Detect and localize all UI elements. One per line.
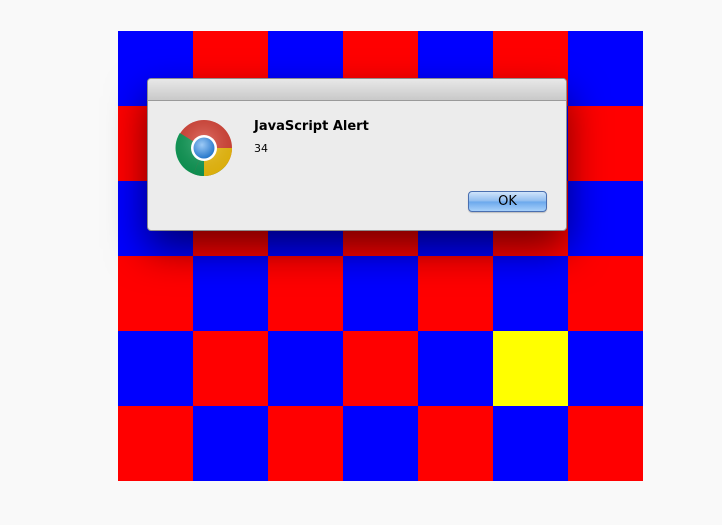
ok-button[interactable]: OK (468, 191, 547, 212)
alert-title: JavaScript Alert (254, 119, 369, 134)
board-cell-red[interactable] (268, 256, 343, 331)
board-cell-blue[interactable] (268, 331, 343, 406)
board-cell-red[interactable] (343, 331, 418, 406)
board-cell-blue[interactable] (118, 331, 193, 406)
board-cell-blue[interactable] (568, 331, 643, 406)
board-cell-blue[interactable] (193, 406, 268, 481)
board-cell-yellow[interactable] (493, 331, 568, 406)
board-cell-red[interactable] (568, 106, 643, 181)
board-cell-red[interactable] (568, 256, 643, 331)
board-cell-red[interactable] (418, 256, 493, 331)
board-cell-red[interactable] (418, 406, 493, 481)
board-cell-blue[interactable] (568, 31, 643, 106)
dialog-titlebar[interactable] (148, 79, 566, 101)
board-cell-red[interactable] (118, 406, 193, 481)
board-cell-red[interactable] (568, 406, 643, 481)
alert-message: 34 (254, 142, 268, 155)
board-cell-blue[interactable] (568, 181, 643, 256)
javascript-alert-dialog: JavaScript Alert 34 OK (147, 78, 567, 231)
board-cell-blue[interactable] (193, 256, 268, 331)
board-cell-blue[interactable] (343, 256, 418, 331)
chrome-logo-icon (175, 119, 233, 177)
board-cell-blue[interactable] (493, 256, 568, 331)
board-cell-blue[interactable] (418, 331, 493, 406)
board-cell-red[interactable] (118, 256, 193, 331)
board-cell-red[interactable] (193, 331, 268, 406)
board-cell-blue[interactable] (493, 406, 568, 481)
board-cell-blue[interactable] (343, 406, 418, 481)
board-cell-red[interactable] (268, 406, 343, 481)
